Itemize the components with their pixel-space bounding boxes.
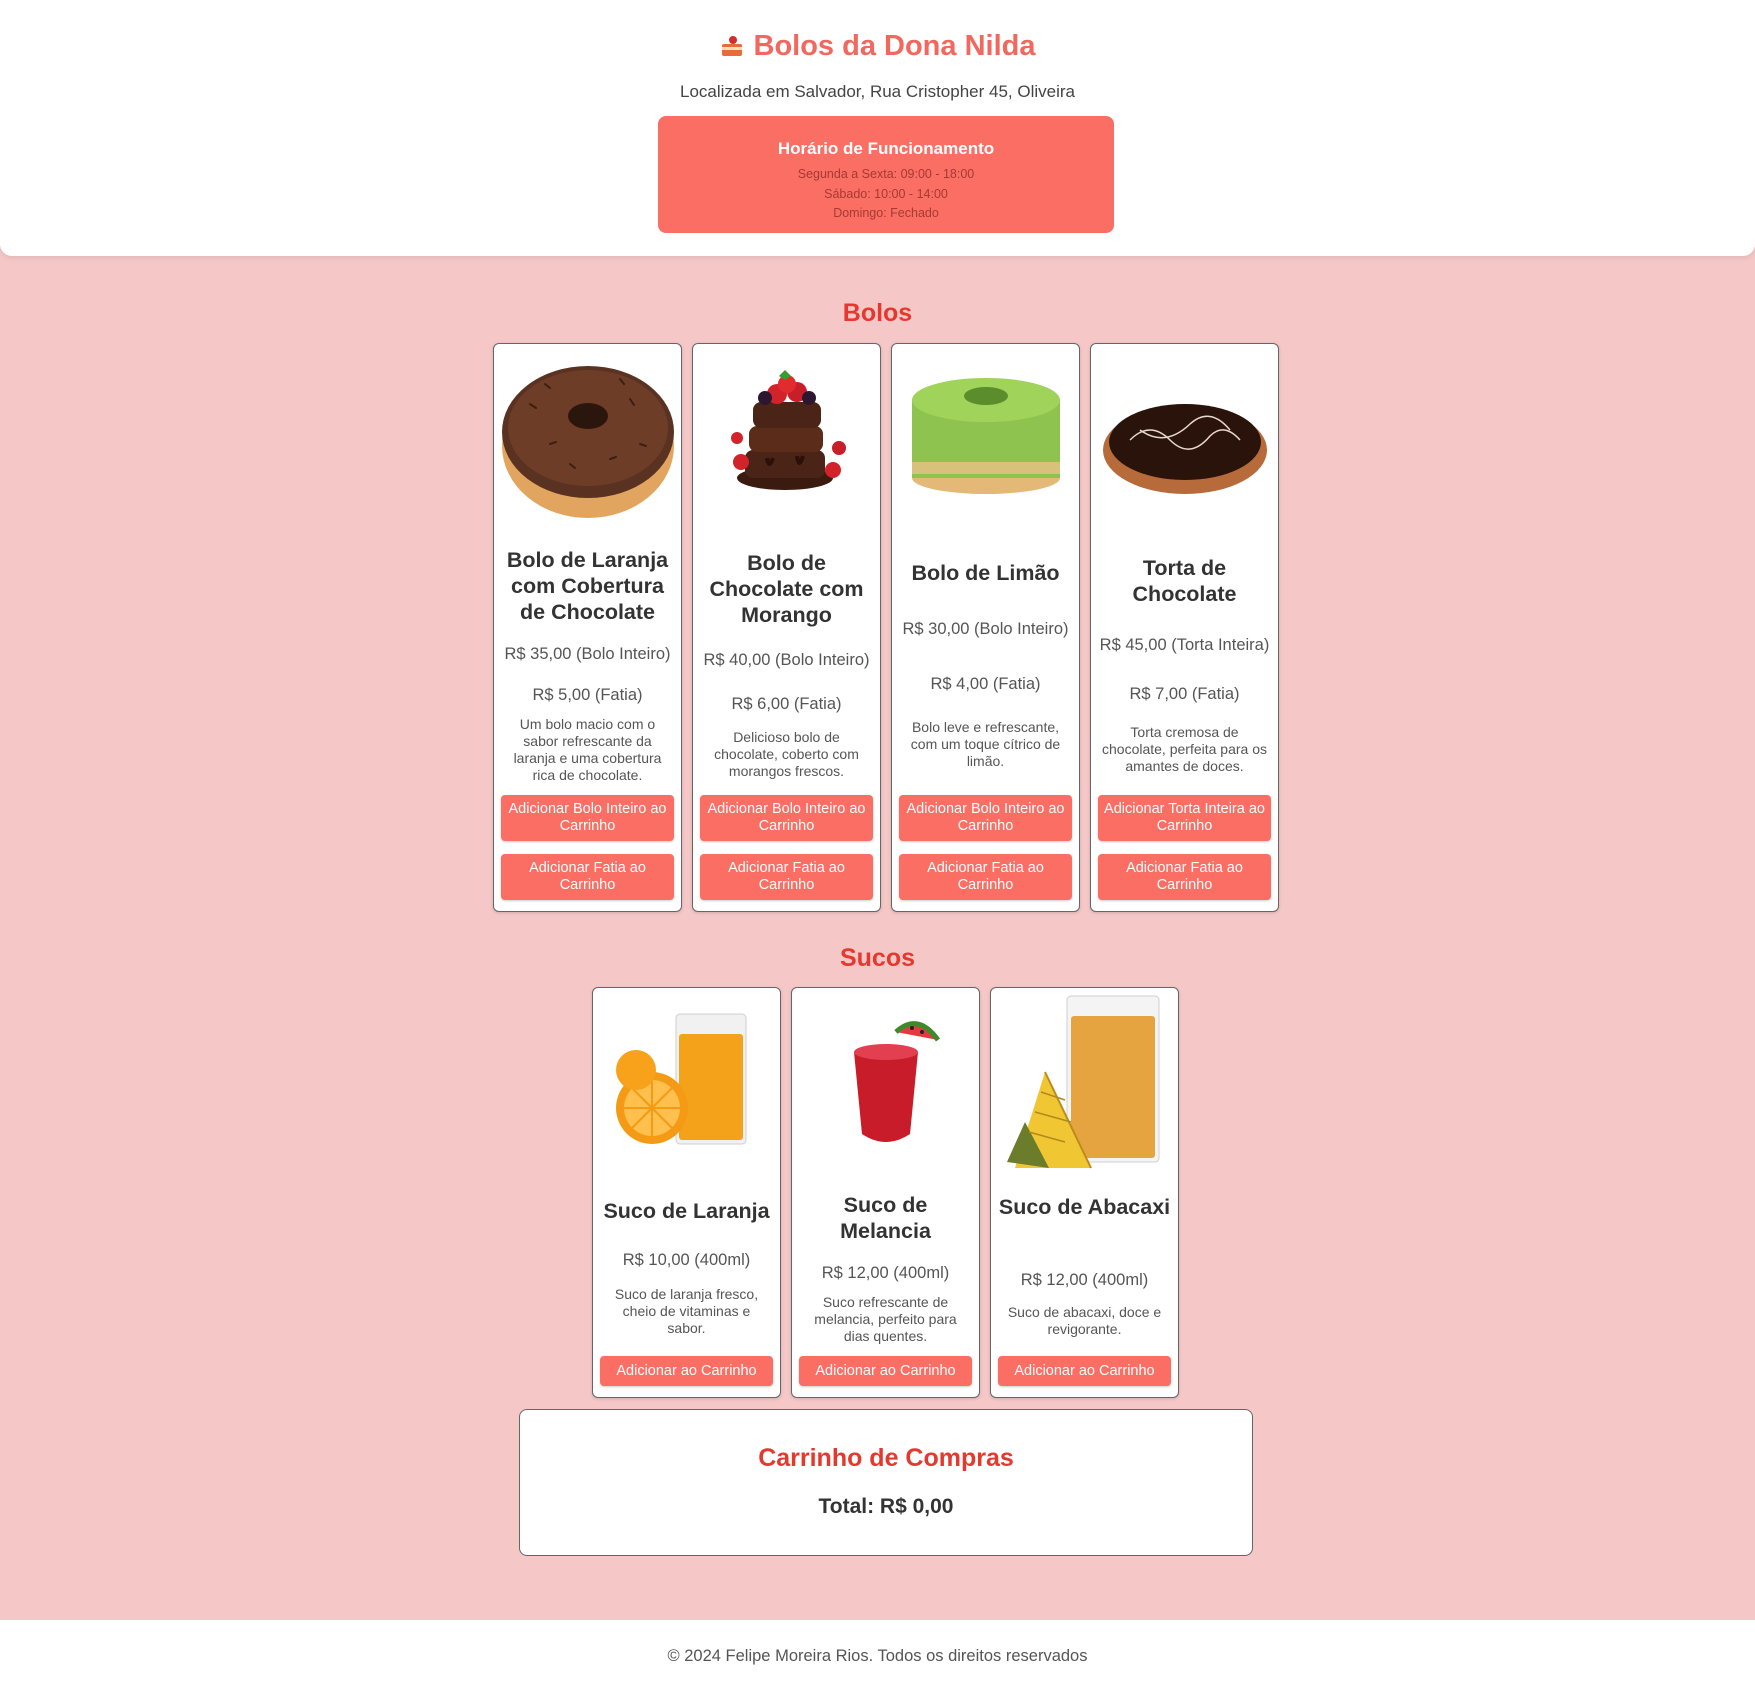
- product-description: Delicioso bolo de chocolate, coberto com…: [714, 729, 859, 779]
- product-description: Um bolo macio com o sabor refrescante da…: [513, 716, 662, 783]
- add-to-cart-button[interactable]: Adicionar ao Carrinho: [600, 1356, 773, 1386]
- opening-hours-box: Horário de Funcionamento Segunda a Sexta…: [658, 116, 1114, 233]
- juice-price: R$ 10,00 (400ml): [622, 1251, 751, 1269]
- product-name: Bolo de Limão: [911, 561, 1060, 585]
- hours-saturday: Sábado: 10:00 - 14:00: [824, 186, 948, 201]
- hours-weekdays: Segunda a Sexta: 09:00 - 18:00: [797, 167, 975, 181]
- product-description: Torta cremosa de chocolate, perfeita par…: [1102, 724, 1267, 774]
- juice-price: R$ 12,00 (400ml): [821, 1264, 950, 1282]
- price-slice: R$ 7,00 (Fatia): [1129, 685, 1240, 703]
- orange-juice-icon: [615, 1013, 746, 1145]
- price-slice: R$ 6,00 (Fatia): [731, 695, 842, 713]
- add-slice-to-cart-button[interactable]: Adicionar Fatia ao Carrinho: [501, 854, 674, 900]
- price-slice: R$ 4,00 (Fatia): [930, 675, 1041, 693]
- cart-total: Total: R$ 0,00: [818, 1495, 954, 1518]
- add-slice-to-cart-button[interactable]: Adicionar Fatia ao Carrinho: [899, 854, 1072, 900]
- add-to-cart-button[interactable]: Adicionar ao Carrinho: [799, 1356, 972, 1386]
- bolos-row: Bolo de Laranja com Cobertura de Chocola…: [493, 343, 1279, 912]
- opening-hours-title: Horário de Funcionamento: [777, 139, 995, 158]
- product-name: Torta de Chocolate: [1132, 556, 1237, 606]
- price-whole: R$ 30,00 (Bolo Inteiro): [902, 620, 1069, 638]
- product-card: Suco de Melancia R$ 12,00 (400ml) Suco r…: [791, 987, 980, 1398]
- price-slice: R$ 5,00 (Fatia): [532, 686, 643, 704]
- product-name: Suco de Melancia: [840, 1193, 931, 1243]
- add-slice-to-cart-button[interactable]: Adicionar Fatia ao Carrinho: [1098, 854, 1271, 900]
- product-name: Bolo de Laranja com Cobertura de Chocola…: [506, 548, 669, 624]
- strawberry-chocolate-cake-icon: [730, 370, 846, 490]
- add-whole-to-cart-button[interactable]: Adicionar Bolo Inteiro ao Carrinho: [501, 795, 674, 841]
- pineapple-juice-icon: [1006, 995, 1159, 1169]
- product-card: Torta de Chocolate R$ 45,00 (Torta Intei…: [1090, 343, 1279, 912]
- price-whole: R$ 35,00 (Bolo Inteiro): [504, 645, 671, 663]
- chocolate-ring-cake-icon: [501, 366, 674, 518]
- section-title-bolos: Bolos: [842, 299, 913, 327]
- product-description: Bolo leve e refrescante, com um toque cí…: [910, 719, 1061, 769]
- watermelon-juice-icon: [853, 1021, 940, 1142]
- shopping-cart: Carrinho de Compras Total: R$ 0,00: [519, 1409, 1253, 1556]
- product-description: Suco de laranja fresco, cheio de vitamin…: [614, 1286, 759, 1336]
- add-slice-to-cart-button[interactable]: Adicionar Fatia ao Carrinho: [700, 854, 873, 900]
- product-description: Suco refrescante de melancia, perfeito p…: [814, 1294, 957, 1344]
- section-title-sucos: Sucos: [839, 944, 916, 972]
- lime-cake-icon: [911, 378, 1060, 494]
- product-card: Bolo de Laranja com Cobertura de Chocola…: [493, 343, 682, 912]
- product-name: Bolo de Chocolate com Morango: [709, 551, 864, 627]
- address: Localizada em Salvador, Rua Cristopher 4…: [680, 82, 1075, 101]
- price-whole: R$ 45,00 (Torta Inteira): [1099, 636, 1270, 654]
- add-whole-to-cart-button[interactable]: Adicionar Bolo Inteiro ao Carrinho: [700, 795, 873, 841]
- add-whole-to-cart-button[interactable]: Adicionar Torta Inteira ao Carrinho: [1098, 795, 1271, 841]
- product-name: Suco de Laranja: [603, 1199, 770, 1223]
- hours-sunday: Domingo: Fechado: [833, 206, 939, 220]
- product-card: Bolo de Limão R$ 30,00 (Bolo Inteiro) R$…: [891, 343, 1080, 912]
- product-card: Bolo de Chocolate com Morango R$ 40,00 (…: [692, 343, 881, 912]
- product-description: Suco de abacaxi, doce e revigorante.: [1007, 1304, 1162, 1337]
- juice-price: R$ 12,00 (400ml): [1020, 1271, 1149, 1289]
- product-name: Suco de Abacaxi: [998, 1195, 1171, 1219]
- footer-copyright: © 2024 Felipe Moreira Rios. Todos os dir…: [667, 1647, 1088, 1665]
- sucos-row: Suco de Laranja R$ 10,00 (400ml) Suco de…: [592, 987, 1179, 1398]
- site-title-text: Bolos da Dona Nilda: [753, 29, 1036, 62]
- price-whole: R$ 40,00 (Bolo Inteiro): [703, 651, 870, 669]
- add-to-cart-button[interactable]: Adicionar ao Carrinho: [998, 1356, 1171, 1386]
- site-footer: © 2024 Felipe Moreira Rios. Todos os dir…: [0, 1620, 1755, 1696]
- chocolate-tart-icon: [1102, 404, 1267, 494]
- add-whole-to-cart-button[interactable]: Adicionar Bolo Inteiro ao Carrinho: [899, 795, 1072, 841]
- cake-icon: [720, 34, 744, 58]
- product-card: Suco de Abacaxi R$ 12,00 (400ml) Suco de…: [990, 987, 1179, 1398]
- site-header: Bolos da Dona Nilda Localizada em Salvad…: [0, 0, 1755, 256]
- site-title: Bolos da Dona Nilda: [0, 0, 1755, 64]
- product-card: Suco de Laranja R$ 10,00 (400ml) Suco de…: [592, 987, 781, 1398]
- cart-title: Carrinho de Compras: [758, 1444, 1014, 1472]
